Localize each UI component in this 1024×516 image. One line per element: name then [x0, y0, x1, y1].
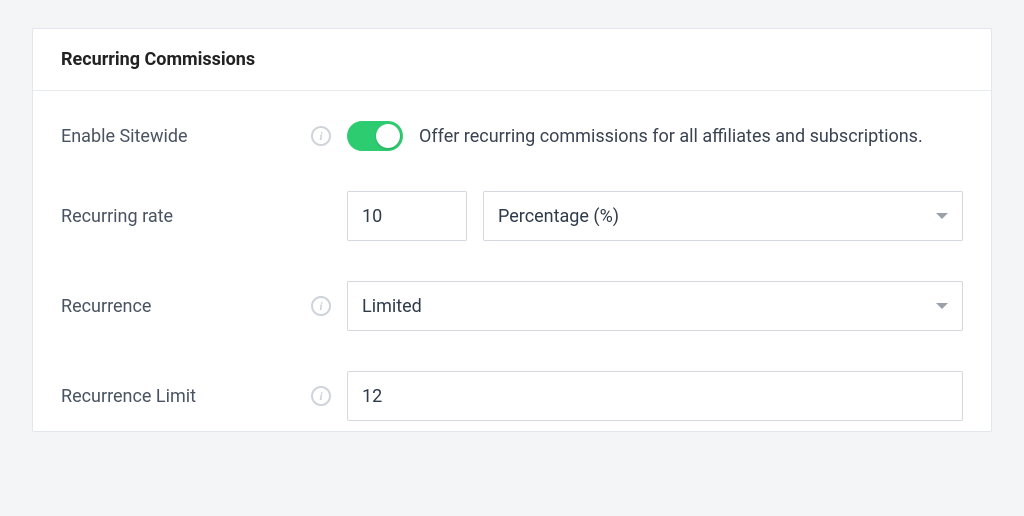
row-recurrence-limit: Recurrence Limit i	[61, 371, 963, 421]
info-icon[interactable]: i	[311, 126, 331, 146]
panel-header: Recurring Commissions	[33, 29, 991, 91]
row-enable-sitewide: Enable Sitewide i Offer recurring commis…	[61, 121, 963, 151]
recurring-rate-type-value: Percentage (%)	[498, 206, 619, 227]
label-enable-sitewide: Enable Sitewide	[61, 126, 311, 147]
panel-body: Enable Sitewide i Offer recurring commis…	[33, 91, 991, 431]
enable-sitewide-toggle[interactable]	[347, 121, 403, 151]
panel-title: Recurring Commissions	[61, 49, 963, 70]
recurring-rate-input[interactable]	[347, 191, 467, 241]
chevron-down-icon	[936, 303, 948, 309]
recurrence-value: Limited	[362, 296, 422, 317]
recurrence-limit-input[interactable]	[347, 371, 963, 421]
info-icon[interactable]: i	[311, 296, 331, 316]
recurring-rate-type-select[interactable]: Percentage (%)	[483, 191, 963, 241]
chevron-down-icon	[936, 213, 948, 219]
enable-sitewide-description: Offer recurring commissions for all affi…	[419, 126, 923, 147]
recurrence-select[interactable]: Limited	[347, 281, 963, 331]
info-icon[interactable]: i	[311, 386, 331, 406]
toggle-knob	[376, 124, 400, 148]
label-recurrence: Recurrence	[61, 296, 311, 317]
recurring-commissions-panel: Recurring Commissions Enable Sitewide i …	[32, 28, 992, 432]
row-recurring-rate: Recurring rate Percentage (%)	[61, 191, 963, 241]
label-recurring-rate: Recurring rate	[61, 206, 311, 227]
row-recurrence: Recurrence i Limited	[61, 281, 963, 331]
label-recurrence-limit: Recurrence Limit	[61, 386, 311, 407]
